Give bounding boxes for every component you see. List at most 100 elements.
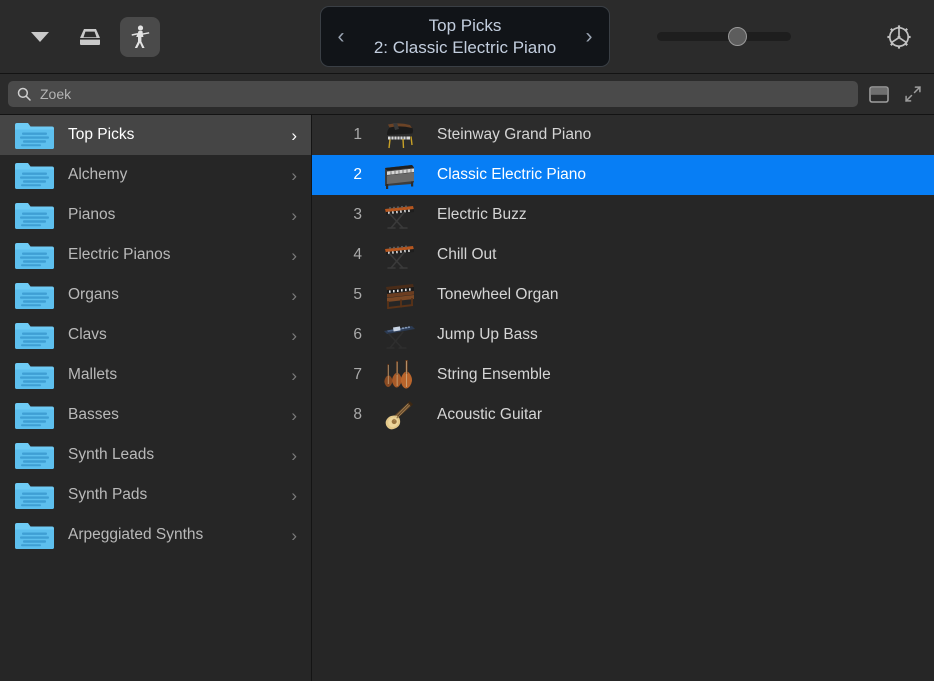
chevron-right-icon: › [291, 247, 301, 264]
sidebar-item-alchemy[interactable]: Alchemy › [0, 155, 311, 195]
organ-icon [379, 277, 419, 313]
search-field[interactable] [8, 81, 858, 107]
chevron-right-icon: › [291, 287, 301, 304]
synth-stand-icon [379, 317, 419, 353]
performer-guitarist-icon [128, 24, 152, 50]
sidebar-item-label: Top Picks [68, 126, 291, 144]
patch-title-collection: Top Picks [349, 15, 581, 36]
folder-icon [14, 241, 55, 270]
sidebar-item-label: Organs [68, 286, 291, 304]
content-area: Top Picks › Alchemy › [0, 115, 934, 681]
sidebar-item-synth-leads[interactable]: Synth Leads › [0, 435, 311, 475]
patch-row[interactable]: 4 Chill Out [312, 235, 934, 275]
chevron-right-icon: › [291, 407, 301, 424]
main-window: ‹ Top Picks 2: Classic Electric Piano › [0, 0, 934, 681]
library-button[interactable] [70, 17, 110, 57]
patch-row[interactable]: 3 Electric Buzz [312, 195, 934, 235]
patch-thumbnail [379, 157, 419, 193]
folder-icon [14, 161, 55, 190]
folder-icon [14, 321, 55, 350]
chevron-right-icon: › [291, 487, 301, 504]
patch-name: Chill Out [437, 246, 496, 264]
patch-row[interactable]: 5 Tonewheel Organ [312, 275, 934, 315]
volume-slider-track[interactable] [657, 32, 791, 41]
patch-row[interactable]: 6Jump Up Bass [312, 315, 934, 355]
previous-patch-button[interactable]: ‹ [333, 26, 349, 47]
patch-title-display[interactable]: ‹ Top Picks 2: Classic Electric Piano › [320, 6, 610, 67]
patch-row[interactable]: 7String Ensemble [312, 355, 934, 395]
chevron-right-icon: › [291, 527, 301, 544]
chevron-right-icon: › [291, 447, 301, 464]
patch-row[interactable]: 1Steinway Grand Piano [312, 115, 934, 155]
strings-icon [379, 357, 419, 393]
tray-inbox-icon [76, 25, 104, 49]
performer-button[interactable] [120, 17, 160, 57]
patch-name: Electric Buzz [437, 206, 527, 224]
volume-slider-knob[interactable] [728, 27, 747, 46]
patch-name: Classic Electric Piano [437, 166, 586, 184]
chevron-right-icon: › [291, 367, 301, 384]
patch-name: Jump Up Bass [437, 326, 538, 344]
folder-icon [14, 521, 55, 550]
patch-number: 7 [334, 366, 362, 384]
category-sidebar: Top Picks › Alchemy › [0, 115, 312, 681]
patch-list: 1Steinway Grand Piano2Classic Electric P… [312, 115, 934, 681]
sidebar-item-arpeggiated-synths[interactable]: Arpeggiated Synths › [0, 515, 311, 555]
volume-slider[interactable] [657, 28, 791, 44]
patch-title-text: Top Picks 2: Classic Electric Piano [349, 15, 581, 58]
search-icon [17, 87, 31, 101]
patch-thumbnail [379, 397, 419, 433]
sidebar-item-pianos[interactable]: Pianos › [0, 195, 311, 235]
chevron-right-icon: › [291, 207, 301, 224]
upright-electric-piano-icon [379, 157, 419, 193]
patch-thumbnail [379, 277, 419, 313]
patch-number: 1 [334, 126, 362, 144]
patch-number: 3 [334, 206, 362, 224]
split-view-icon [869, 86, 889, 103]
gear-icon [884, 22, 914, 52]
settings-button[interactable] [884, 22, 914, 52]
sidebar-item-basses[interactable]: Basses › [0, 395, 311, 435]
patch-name: Acoustic Guitar [437, 406, 542, 424]
top-toolbar: ‹ Top Picks 2: Classic Electric Piano › [0, 0, 934, 74]
folder-icon [14, 121, 55, 150]
sidebar-item-top-picks[interactable]: Top Picks › [0, 115, 311, 155]
chevron-down-button[interactable] [20, 17, 60, 57]
folder-icon [14, 441, 55, 470]
patch-row[interactable]: 8Acoustic Guitar [312, 395, 934, 435]
folder-icon [14, 281, 55, 310]
folder-icon [14, 361, 55, 390]
folder-icon [14, 201, 55, 230]
sidebar-item-label: Arpeggiated Synths [68, 526, 291, 544]
sidebar-item-organs[interactable]: Organs › [0, 275, 311, 315]
sidebar-item-clavs[interactable]: Clavs › [0, 315, 311, 355]
chevron-right-icon: › [291, 127, 301, 144]
sidebar-item-mallets[interactable]: Mallets › [0, 355, 311, 395]
sidebar-item-label: Electric Pianos [68, 246, 291, 264]
sidebar-item-label: Synth Pads [68, 486, 291, 504]
keyboard-stand-icon [379, 237, 419, 273]
sidebar-item-synth-pads[interactable]: Synth Pads › [0, 475, 311, 515]
sidebar-item-label: Synth Leads [68, 446, 291, 464]
patch-title-name: 2: Classic Electric Piano [349, 37, 581, 58]
grand-piano-icon [379, 117, 419, 153]
patch-number: 5 [334, 286, 362, 304]
sidebar-item-electric-pianos[interactable]: Electric Pianos › [0, 235, 311, 275]
sidebar-item-label: Mallets [68, 366, 291, 384]
patch-row[interactable]: 2Classic Electric Piano [312, 155, 934, 195]
next-patch-button[interactable]: › [581, 26, 597, 47]
patch-number: 4 [334, 246, 362, 264]
folder-icon [14, 481, 55, 510]
collapse-button[interactable] [900, 81, 926, 107]
collapse-arrows-icon [903, 85, 923, 103]
patch-name: Tonewheel Organ [437, 286, 559, 304]
chevron-right-icon: › [291, 167, 301, 184]
patch-thumbnail [379, 197, 419, 233]
sidebar-item-label: Alchemy [68, 166, 291, 184]
acoustic-guitar-icon [379, 397, 419, 433]
search-toolbar [0, 74, 934, 115]
patch-thumbnail [379, 317, 419, 353]
search-input[interactable] [40, 86, 849, 102]
keyboard-stand-icon [379, 197, 419, 233]
split-view-button[interactable] [866, 81, 892, 107]
